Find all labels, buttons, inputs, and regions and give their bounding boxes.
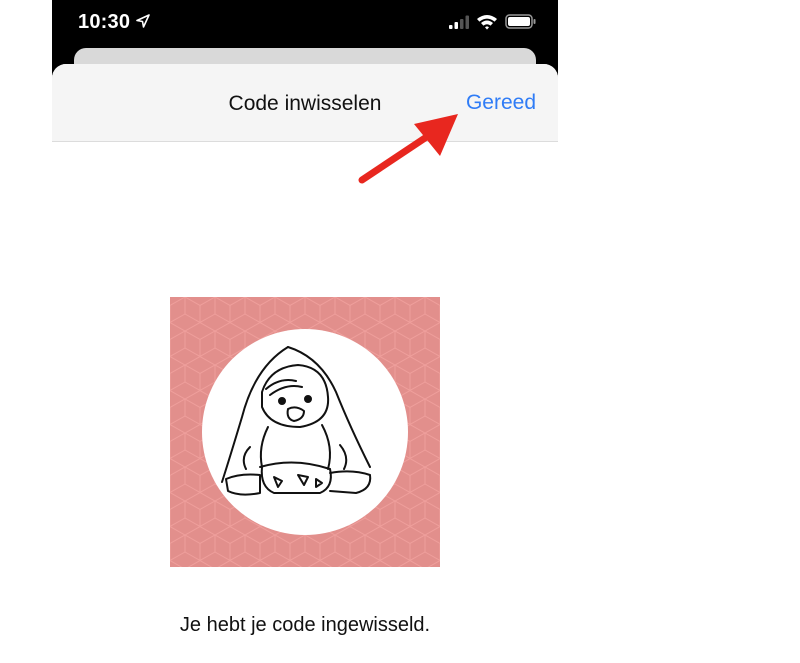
- done-button[interactable]: Gereed: [466, 91, 536, 115]
- phone-screen: 10:30 Code inwisselen Gereed Je hebt je …: [52, 0, 558, 663]
- redeem-code-sheet: Code inwisselen Gereed Je hebt je code i…: [52, 64, 558, 663]
- confirmation-message: Je hebt je code ingewisseld.: [179, 614, 431, 636]
- battery-icon: [505, 14, 536, 29]
- wifi-icon: [477, 15, 497, 30]
- screenshot-stage: 10:30 Code inwisselen Gereed Je hebt je …: [0, 0, 800, 663]
- navigation-bar: Code inwisselen Gereed: [52, 64, 558, 142]
- redeem-artwork-image: [170, 297, 440, 567]
- cellular-signal-icon: [449, 15, 469, 29]
- location-arrow-icon: [136, 14, 150, 28]
- status-time: 10:30: [78, 11, 131, 33]
